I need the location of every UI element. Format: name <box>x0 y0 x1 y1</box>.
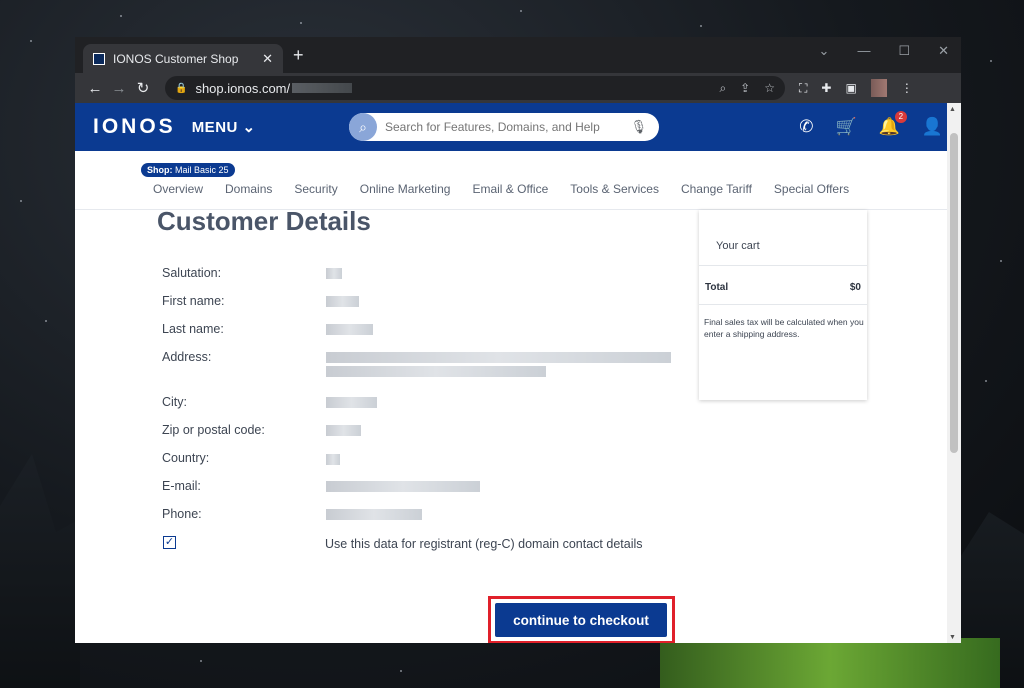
scroll-up-icon[interactable]: ▲ <box>949 106 956 113</box>
cart-icon[interactable]: 🛒 <box>835 117 856 137</box>
bookmark-star-icon[interactable]: ☆ <box>764 81 775 96</box>
extensions-icon[interactable]: ✚ <box>821 81 831 95</box>
address-bar[interactable]: 🔒 shop.ionos.com/ ⌕ ⇪ ☆ <box>165 76 785 100</box>
cart-total-value: $0 <box>849 282 861 293</box>
city-value-redacted <box>326 397 377 408</box>
reload-icon[interactable]: ↻ <box>131 79 155 97</box>
main-content: Customer Details Salutation: First name:… <box>75 206 961 643</box>
phone-value-redacted <box>326 509 422 520</box>
back-icon[interactable]: ← <box>83 80 107 97</box>
tent-glow <box>660 638 1000 688</box>
zip-label: Zip or postal code: <box>162 423 265 437</box>
cart-tax-note: Final sales tax will be calculated when … <box>704 317 864 339</box>
maximize-icon[interactable]: ☐ <box>898 43 910 59</box>
user-icon[interactable]: 👤 <box>922 117 943 137</box>
search-icon[interactable]: ⌕ <box>349 113 377 141</box>
more-menu-icon[interactable]: ⋮ <box>901 81 913 95</box>
forward-icon[interactable]: → <box>107 80 131 97</box>
phone-label: Phone: <box>162 507 202 521</box>
lock-icon: 🔒 <box>175 82 188 94</box>
minimize-icon[interactable]: — <box>857 43 870 59</box>
header-icons: ✆ 🛒 🔔 2 👤 <box>799 111 943 137</box>
shop-subnav: Shop: Mail Basic 25 Overview Domains Sec… <box>75 151 961 210</box>
ionos-logo[interactable]: IONOS <box>93 115 176 139</box>
browser-tab[interactable]: IONOS Customer Shop ✕ <box>83 44 283 73</box>
salutation-label: Salutation: <box>162 266 222 280</box>
url-redacted <box>292 83 353 93</box>
tab-title: IONOS Customer Shop <box>113 51 239 66</box>
scroll-down-icon[interactable]: ▼ <box>949 634 956 641</box>
last-name-value-redacted <box>326 324 373 335</box>
url-text: shop.ionos.com/ <box>195 80 291 96</box>
cart-summary: Your cart Total $0 Final sales tax will … <box>699 210 867 400</box>
menu-button[interactable]: MENU ⌄ <box>192 118 256 136</box>
window-controls: ⌄ — ☐ ✕ <box>819 43 949 59</box>
address-line1-redacted <box>326 352 671 363</box>
site-header: IONOS MENU ⌄ ⌕ 🎙 ✆ 🛒 🔔2 👤 <box>75 103 961 151</box>
search-bar: ⌕ 🎙 <box>349 113 659 141</box>
browser-toolbar: ← → ↻ 🔒 shop.ionos.com/ ⌕ ⇪ ☆ ⛶ ✚ ▣ ⋮ <box>75 73 961 103</box>
page-scrollbar[interactable]: ▲ ▼ <box>947 103 961 643</box>
share-icon[interactable]: ⇪ <box>740 81 750 96</box>
shop-badge: Shop: Mail Basic 25 <box>141 163 235 177</box>
cart-divider <box>699 265 867 266</box>
subnav-online-marketing[interactable]: Online Marketing <box>360 182 451 196</box>
bell-icon[interactable]: 🔔 2 <box>879 111 907 137</box>
scroll-thumb[interactable] <box>950 133 958 453</box>
address-label: Address: <box>162 350 212 364</box>
tab-bar: IONOS Customer Shop ✕ + ⌄ — ☐ ✕ <box>75 37 961 73</box>
last-name-label: Last name: <box>162 322 224 336</box>
subnav-domains[interactable]: Domains <box>225 182 272 196</box>
city-label: City: <box>162 395 187 409</box>
subnav-change-tariff[interactable]: Change Tariff <box>681 182 752 196</box>
email-label: E-mail: <box>162 479 201 493</box>
mountain-left <box>0 454 80 688</box>
country-value-redacted <box>326 454 340 465</box>
phone-icon[interactable]: ✆ <box>799 117 813 137</box>
subnav-email-office[interactable]: Email & Office <box>472 182 548 196</box>
tab-search-icon[interactable]: ⌄ <box>819 43 830 59</box>
subnav-security[interactable]: Security <box>294 182 337 196</box>
notification-badge: 2 <box>894 111 907 123</box>
first-name-label: First name: <box>162 294 225 308</box>
zoom-icon[interactable]: ⌕ <box>719 81 726 96</box>
ionos-favicon-icon <box>93 52 105 65</box>
screenshot-icon[interactable]: ⛶ <box>799 81 807 96</box>
address-line2-redacted <box>326 366 546 377</box>
cart-title: Your cart <box>716 240 760 252</box>
side-panel-icon[interactable]: ▣ <box>845 81 856 95</box>
country-label: Country: <box>162 451 210 465</box>
registrant-checkbox[interactable]: ✓ <box>163 536 176 549</box>
subnav-overview[interactable]: Overview <box>153 182 203 196</box>
zip-value-redacted <box>326 425 361 436</box>
subnav-items: Overview Domains Security Online Marketi… <box>153 182 849 196</box>
search-input[interactable] <box>385 120 631 134</box>
email-value-redacted <box>326 481 480 492</box>
continue-to-checkout-button[interactable]: continue to checkout <box>495 603 667 637</box>
page-title: Customer Details <box>157 206 371 236</box>
toolbar-right: ⛶ ✚ ▣ ⋮ <box>799 79 913 97</box>
cart-divider <box>699 304 867 305</box>
new-tab-button[interactable]: + <box>293 45 304 66</box>
close-window-icon[interactable]: ✕ <box>938 43 949 59</box>
omnibox-icons: ⌕ ⇪ ☆ <box>719 81 775 96</box>
subnav-special-offers[interactable]: Special Offers <box>774 182 849 196</box>
subnav-tools-services[interactable]: Tools & Services <box>570 182 659 196</box>
microphone-icon[interactable]: 🎙 <box>630 119 647 135</box>
cart-total-label: Total <box>705 282 729 293</box>
first-name-value-redacted <box>326 296 359 307</box>
close-tab-icon[interactable]: ✕ <box>262 51 273 67</box>
chevron-down-icon: ⌄ <box>242 119 256 136</box>
registrant-checkbox-label: Use this data for registrant (reg-C) dom… <box>325 537 643 551</box>
profile-avatar[interactable] <box>870 79 887 97</box>
browser-window: IONOS Customer Shop ✕ + ⌄ — ☐ ✕ ← → ↻ 🔒 … <box>75 37 961 643</box>
salutation-value-redacted <box>326 268 342 279</box>
